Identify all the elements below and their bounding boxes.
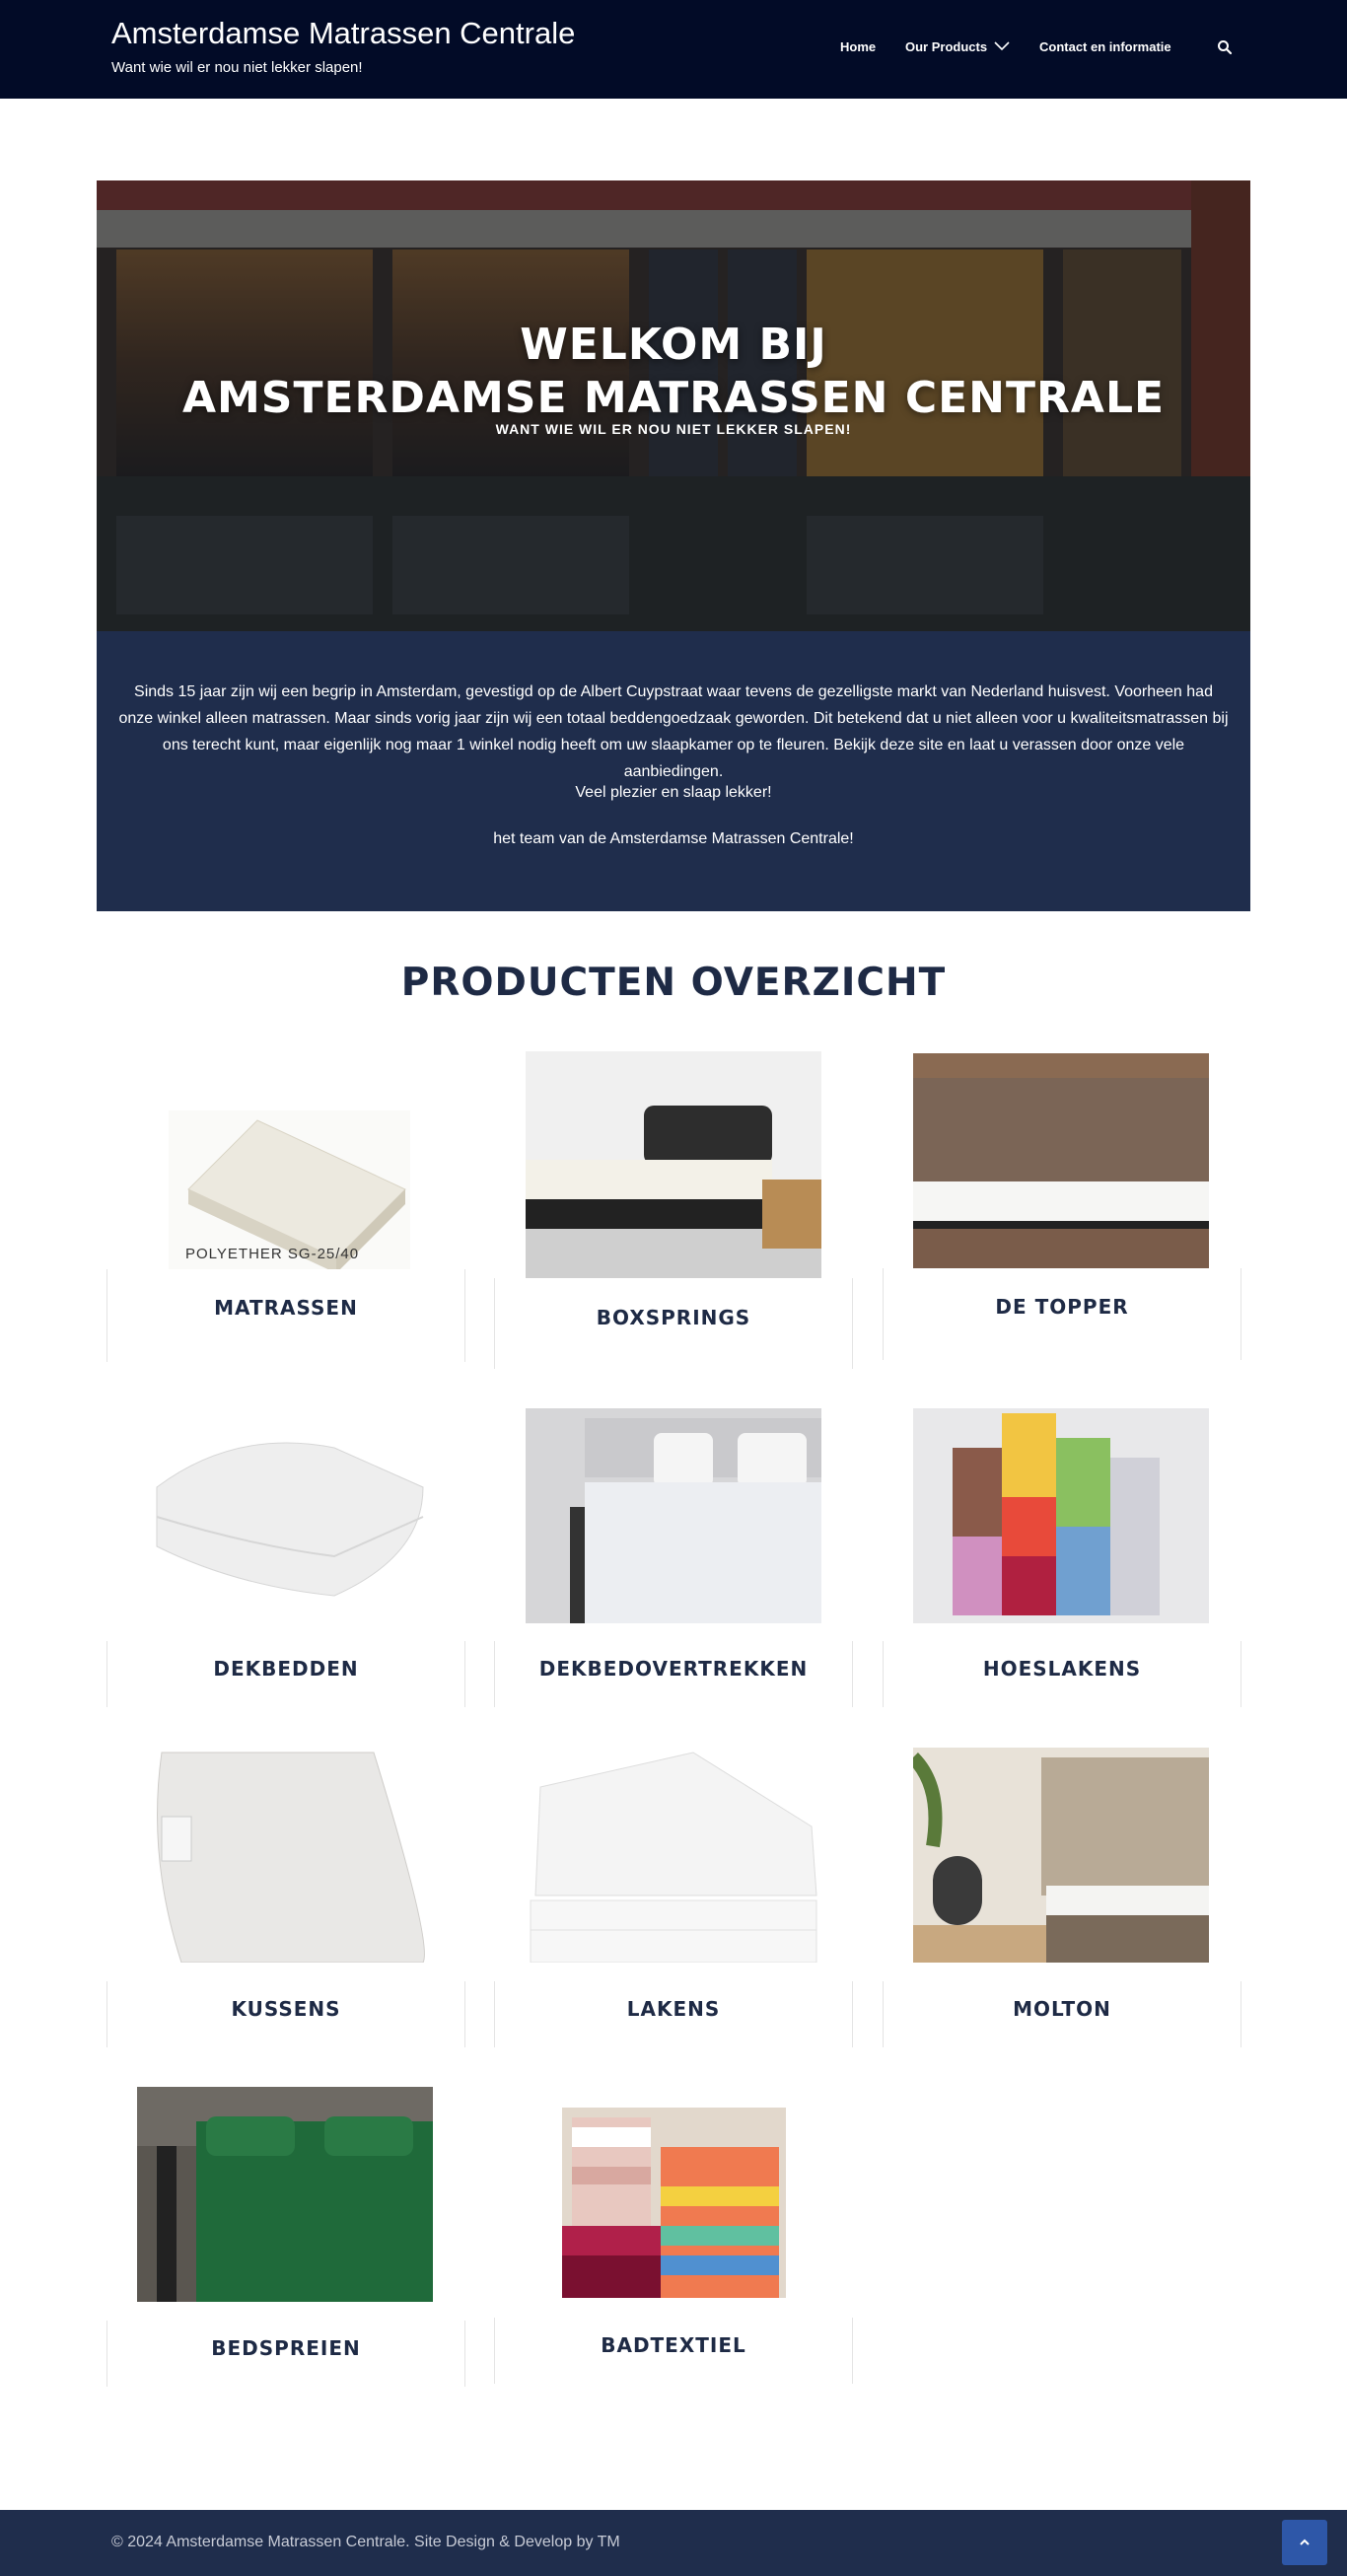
products-title: PRODUCTEN OVERZICHT <box>400 961 947 1005</box>
hero-title-line1: WELKOM BIJ <box>520 320 827 370</box>
product-image <box>137 1408 433 1610</box>
product-image: POLYETHER SG-25/40 <box>169 1110 410 1273</box>
product-label: DEKBEDOVERTREKKEN <box>538 1657 809 1681</box>
product-card-bedspreien[interactable]: BEDSPREIEN <box>106 2087 465 2387</box>
intro-section: Sinds 15 jaar zijn wij een begrip in Ams… <box>97 631 1250 911</box>
product-label: DE TOPPER <box>995 1295 1129 1319</box>
product-image <box>137 1748 433 1963</box>
product-image-caption: POLYETHER SG-25/40 <box>185 1246 360 1262</box>
product-label: HOESLAKENS <box>982 1657 1142 1681</box>
product-label: MOLTON <box>1013 1997 1111 2021</box>
back-to-top-button[interactable] <box>1282 2520 1327 2565</box>
site-footer: © 2024 Amsterdamse Matrassen Centrale. S… <box>0 2510 1347 2576</box>
chevron-up-icon <box>1300 2539 1310 2545</box>
hero-title-line2: AMSTERDAMSE MATRASSEN CENTRALE <box>181 373 1166 423</box>
nav-our-products[interactable]: Our Products <box>905 39 1010 54</box>
intro-greeting: Veel plezier en slaap lekker! <box>575 784 772 801</box>
main-nav: Home Our Products Contact en informatie <box>0 39 1347 59</box>
site-tagline: Want wie wil er nou niet lekker slapen! <box>111 59 363 76</box>
copyright-text: © 2024 Amsterdamse Matrassen Centrale. S… <box>111 2534 620 2550</box>
product-label: BEDSPREIEN <box>211 2336 361 2360</box>
intro-signature: het team van de Amsterdamse Matrassen Ce… <box>493 830 854 847</box>
product-card-dekbedden[interactable]: DEKBEDDEN <box>106 1408 465 1707</box>
nav-our-products-label: Our Products <box>905 39 988 54</box>
product-label: LAKENS <box>626 1997 721 2021</box>
hero-banner: WELKOM BIJ AMSTERDAMSE MATRASSEN CENTRAL… <box>97 180 1250 631</box>
product-card-dekbedovertrekken[interactable]: DEKBEDOVERTREKKEN <box>494 1408 853 1707</box>
product-card-matrassen[interactable]: POLYETHER SG-25/40 MATRASSEN <box>106 1051 465 1362</box>
product-image <box>913 1748 1209 1963</box>
product-card-hoeslakens[interactable]: HOESLAKENS <box>883 1408 1241 1707</box>
site-header: Amsterdamse Matrassen Centrale Want wie … <box>0 0 1347 99</box>
product-label: KUSSENS <box>231 1997 341 2021</box>
product-image <box>913 1408 1209 1623</box>
product-image <box>137 2087 433 2302</box>
product-card-badtextiel[interactable]: BADTEXTIEL <box>494 2087 853 2384</box>
product-label: BADTEXTIEL <box>601 2333 746 2357</box>
nav-home[interactable]: Home <box>840 39 876 54</box>
nav-contact[interactable]: Contact en informatie <box>1039 39 1171 54</box>
product-card-kussens[interactable]: KUSSENS <box>106 1748 465 2047</box>
product-image <box>526 1408 821 1623</box>
product-image <box>562 2108 786 2298</box>
search-icon[interactable] <box>1217 39 1235 57</box>
product-card-de-topper[interactable]: DE TOPPER <box>883 1051 1241 1360</box>
product-card-lakens[interactable]: LAKENS <box>494 1748 853 2047</box>
product-card-molton[interactable]: MOLTON <box>883 1748 1241 2047</box>
product-label: MATRASSEN <box>214 1296 358 1320</box>
hero-title: WELKOM BIJ AMSTERDAMSE MATRASSEN CENTRAL… <box>97 319 1250 425</box>
chevron-down-icon <box>994 41 1010 51</box>
product-card-boxsprings[interactable]: BOXSPRINGS <box>494 1051 853 1369</box>
product-image <box>526 1051 821 1278</box>
product-image <box>913 1053 1209 1268</box>
intro-paragraph: Sinds 15 jaar zijn wij een begrip in Ams… <box>118 683 1229 780</box>
hero-subtitle: WANT WIE WIL ER NOU NIET LEKKER SLAPEN! <box>495 421 852 437</box>
product-image <box>526 1748 821 1963</box>
product-label: DEKBEDDEN <box>213 1657 359 1681</box>
product-label: BOXSPRINGS <box>596 1306 751 1329</box>
